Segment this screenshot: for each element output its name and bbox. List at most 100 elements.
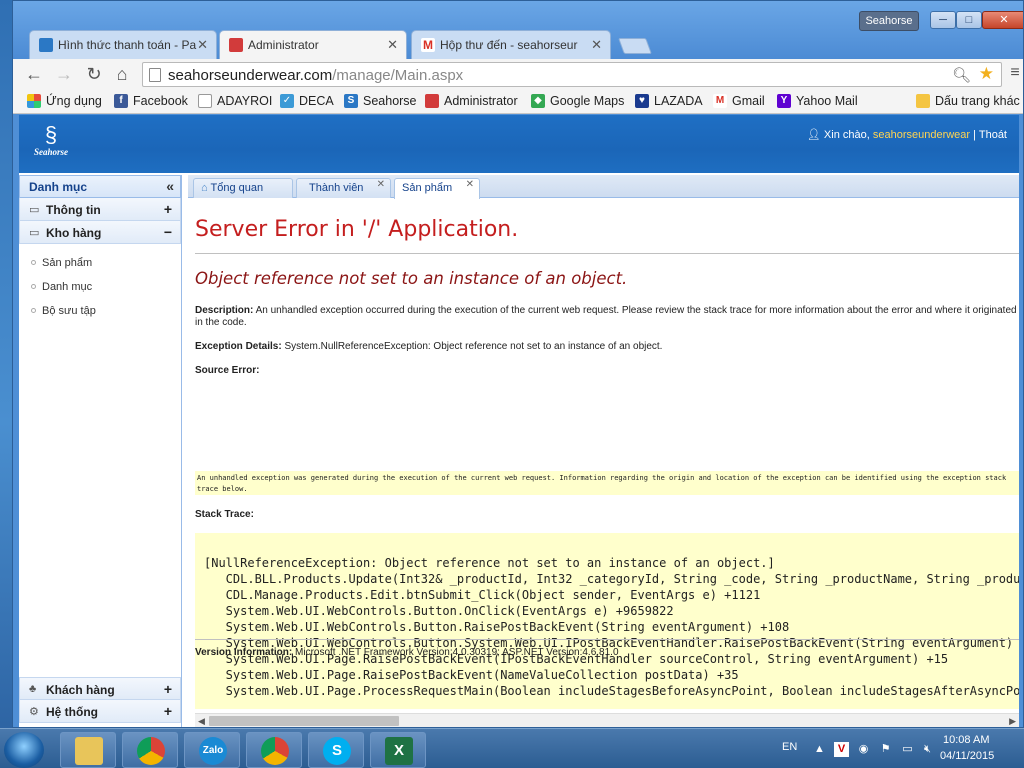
sidebar-title: Danh mục: [29, 180, 88, 194]
logout-link[interactable]: Thoát: [979, 129, 1007, 141]
browser-tab-title: Administrator: [248, 38, 319, 52]
browser-tab[interactable]: M Hộp thư đến - seahorseur ✕: [411, 30, 611, 59]
close-icon[interactable]: ✕: [466, 179, 474, 190]
taskbar-zalo[interactable]: Zalo: [184, 732, 240, 768]
bookmark-yahoo-mail[interactable]: Y Yahoo Mail: [777, 93, 858, 111]
collapse-icon[interactable]: −: [164, 224, 172, 240]
expand-icon[interactable]: +: [164, 681, 172, 697]
back-arrow-icon[interactable]: ←: [23, 63, 45, 85]
address-url[interactable]: seahorseunderwear.com/manage/Main.aspx: [168, 67, 463, 84]
admin-icon: [425, 94, 439, 108]
tab-tong-quan[interactable]: ⌂ Tổng quan: [193, 178, 293, 198]
action-center-flag-icon[interactable]: ⚑: [878, 742, 893, 757]
stack-line: System.Web.UI.WebControls.Button.RaisePo…: [204, 620, 790, 634]
bookmark-star-icon[interactable]: ★: [979, 64, 994, 84]
maximize-button[interactable]: □: [956, 11, 982, 29]
welcome-bar: 👤︎ Xin chào, seahorseunderwear | Thoát: [807, 128, 1007, 141]
clock-time[interactable]: 10:08 AM: [943, 734, 989, 746]
home-icon[interactable]: ⌂: [111, 63, 133, 85]
bookmark-lazada[interactable]: ♥ LAZADA: [635, 93, 703, 111]
chrome-menu-icon[interactable]: ≡: [1008, 64, 1022, 82]
apps-icon: [27, 94, 41, 108]
bookmark-facebook[interactable]: f Facebook: [114, 93, 188, 111]
close-tab-icon[interactable]: ✕: [197, 37, 208, 53]
version-label: Version Information:: [195, 647, 293, 658]
bookmark-administrator[interactable]: Administrator: [425, 93, 518, 111]
close-tab-icon[interactable]: ✕: [591, 37, 602, 53]
stack-line: CDL.BLL.Products.Update(Int32& _productI…: [204, 572, 1019, 586]
close-window-button[interactable]: ✕: [982, 11, 1023, 29]
stack-trace-heading: Stack Trace:: [195, 509, 1019, 521]
close-tab-icon[interactable]: ✕: [387, 37, 398, 53]
sidebar: Danh mục « ▭ Thông tin + ▭ Kho hàng − Sả…: [19, 175, 182, 727]
bookmark-apps[interactable]: Ứng dụng: [27, 93, 102, 111]
page-icon: [198, 94, 212, 108]
language-indicator[interactable]: EN: [782, 741, 797, 753]
bookmark-gmail[interactable]: M Gmail: [713, 93, 765, 111]
antivirus-icon[interactable]: V: [834, 742, 849, 757]
sidebar-section-he-thong[interactable]: ⚙ Hệ thống +: [19, 700, 181, 723]
reload-icon[interactable]: ↻: [83, 63, 105, 85]
taskbar-excel[interactable]: X: [370, 732, 426, 768]
volume-muted-icon[interactable]: 🔇︎: [920, 742, 935, 757]
sidebar-section-label: Thông tin: [46, 203, 101, 217]
sidebar-item-san-pham[interactable]: Sản phẩm: [19, 250, 181, 274]
username-link[interactable]: seahorseunderwear: [873, 129, 970, 141]
bookmark-adayroi[interactable]: ADAYROI: [198, 93, 272, 111]
taskbar-chrome-2[interactable]: [246, 732, 302, 768]
scroll-right-icon[interactable]: ▶: [1009, 714, 1016, 727]
sidebar-section-label: Hệ thống: [46, 705, 98, 719]
seahorse-icon: §: [44, 122, 58, 147]
tab-thanh-vien[interactable]: Thành viên ✕: [296, 178, 391, 198]
skype-icon: S: [323, 737, 351, 765]
tab-san-pham[interactable]: Sản phẩm ✕: [394, 178, 480, 199]
excel-icon: X: [385, 737, 413, 765]
content-tab-strip: ⌂ Tổng quan Thành viên ✕ Sản phẩm ✕: [188, 175, 1019, 199]
browser-tab[interactable]: Hình thức thanh toán - Pa ✕: [29, 30, 217, 59]
bookmark-google-maps[interactable]: ◆ Google Maps: [531, 93, 624, 111]
bookmark-seahorse[interactable]: S Seahorse: [344, 93, 417, 111]
seahorse-icon: [39, 38, 53, 52]
tab-label: Sản phẩm: [402, 182, 453, 194]
expand-icon[interactable]: +: [164, 201, 172, 217]
admin-icon: [229, 38, 243, 52]
collapse-sidebar-icon[interactable]: «: [166, 178, 174, 194]
taskbar-chrome[interactable]: [122, 732, 178, 768]
scroll-left-icon[interactable]: ◀: [198, 714, 205, 727]
greeting-text: Xin chào,: [823, 129, 873, 141]
sidebar-item-label: Sản phẩm: [42, 257, 93, 269]
minimize-button[interactable]: ─: [930, 11, 956, 29]
seahorse-logo[interactable]: § Seahorse: [29, 123, 73, 167]
address-bar[interactable]: seahorseunderwear.com/manage/Main.aspx 🔍…: [142, 62, 1002, 87]
sidebar-section-label: Khách hàng: [46, 683, 115, 697]
scrollbar-thumb[interactable]: [209, 716, 399, 726]
profile-button[interactable]: Seahorse: [859, 11, 919, 31]
forward-arrow-icon[interactable]: →: [53, 63, 75, 85]
bookmark-other-folder[interactable]: Dấu trang khác: [916, 93, 1020, 111]
separator: |: [970, 129, 979, 141]
browser-tab-strip: Hình thức thanh toán - Pa ✕ Administrato…: [25, 30, 1015, 59]
show-hidden-icons-icon[interactable]: ▲: [812, 742, 827, 757]
bookmark-label: DECA: [299, 94, 334, 108]
horizontal-scrollbar[interactable]: ◀ ▶: [195, 713, 1019, 727]
display-icon[interactable]: ▭: [900, 742, 915, 757]
close-icon[interactable]: ✕: [377, 179, 385, 190]
new-tab-button[interactable]: [618, 38, 652, 54]
sidebar-item-bo-suu-tap[interactable]: Bộ sưu tập: [19, 298, 181, 322]
sidebar-item-danh-muc[interactable]: Danh mục: [19, 274, 181, 298]
source-error-box: An unhandled exception was generated dur…: [195, 471, 1019, 495]
stack-label: Stack Trace:: [195, 509, 254, 520]
user-icon: 👤︎: [806, 129, 821, 141]
zoom-icon[interactable]: 🔍︎: [952, 66, 971, 84]
network-globe-icon[interactable]: ◉: [856, 742, 871, 757]
expand-icon[interactable]: +: [164, 703, 172, 719]
sidebar-section-thong-tin[interactable]: ▭ Thông tin +: [19, 198, 181, 221]
taskbar-skype[interactable]: S: [308, 732, 364, 768]
start-button[interactable]: [4, 732, 44, 768]
clock-date[interactable]: 04/11/2015: [940, 750, 994, 762]
taskbar-explorer[interactable]: [60, 732, 116, 768]
sidebar-section-kho-hang[interactable]: ▭ Kho hàng −: [19, 221, 181, 244]
sidebar-section-khach-hang[interactable]: ♣ Khách hàng +: [19, 677, 181, 700]
bookmark-deca[interactable]: ✓ DECA: [280, 93, 334, 111]
browser-tab-active[interactable]: Administrator ✕: [219, 30, 407, 59]
